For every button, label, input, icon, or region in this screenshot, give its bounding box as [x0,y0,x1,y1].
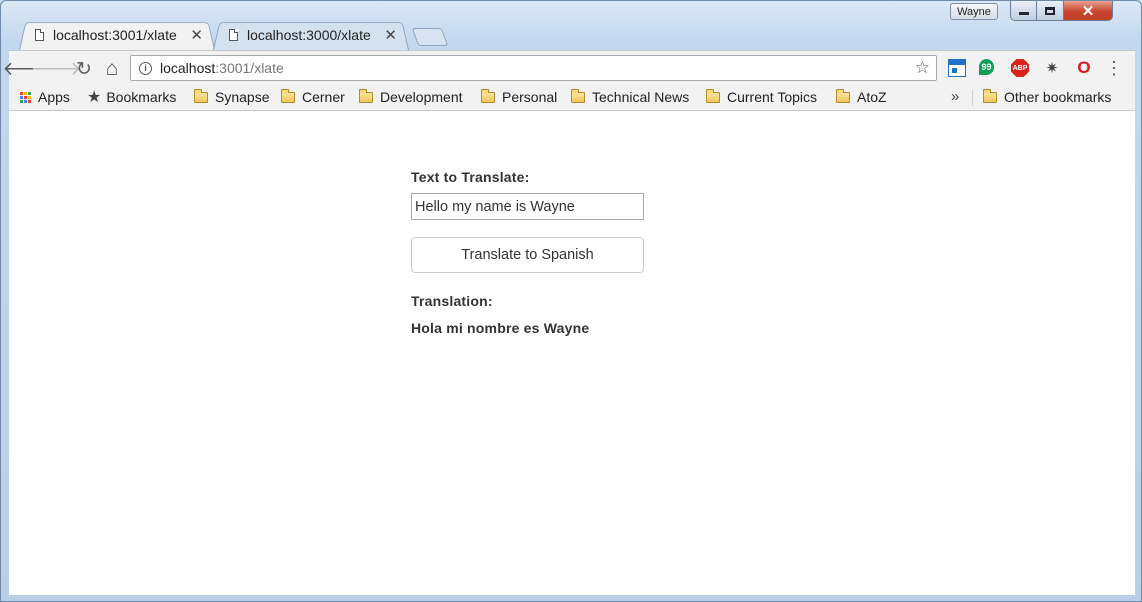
hangouts-icon[interactable]: 99 [979,59,994,75]
maximize-icon [1045,6,1055,15]
tab-content: localhost:3001/xlate ✕ [19,26,215,44]
bug-icon[interactable]: ✷ [1043,59,1061,77]
new-tab-button[interactable] [411,28,449,46]
tab-close-icon[interactable]: ✕ [190,26,203,44]
bookmark-bookmarks[interactable]: ★ Bookmarks [87,87,176,107]
bookmark-star-icon[interactable]: ☆ [915,58,930,78]
bookmark-label: Personal [502,89,558,105]
home-icon[interactable]: ⌂ [100,57,124,81]
minimize-icon [1018,12,1029,15]
url-path: :3001/xlate [215,60,284,76]
text-to-translate-label: Text to Translate: [411,169,530,185]
calendar-icon[interactable] [948,59,966,77]
close-window-button[interactable]: ✕ [1064,1,1113,21]
profile-button[interactable]: Wayne [950,3,998,20]
apps-grid-dot [20,91,23,95]
bookmark-label: Apps [38,89,70,105]
translate-button[interactable]: Translate to Spanish [411,237,644,273]
page-icon [35,29,44,41]
tab-close-icon[interactable]: ✕ [384,26,397,44]
bookmarks-bar: Apps ★ Bookmarks Synapse Cerner Developm… [9,85,1135,111]
adblock-plus-icon[interactable]: ABP [1011,59,1029,77]
folder-icon [706,88,720,103]
bookmark-folder-atoz[interactable]: AtoZ [836,87,887,107]
bookmark-folder-cerner[interactable]: Cerner [281,87,345,107]
bookmark-other-bookmarks[interactable]: Other bookmarks [983,87,1111,107]
browser-toolbar: 🡐 🡒 ↻ ⌂ i localhost:3001/xlate ☆ 99 ABP … [3,50,1135,86]
title-bar [31,1,671,11]
page-icon [229,29,238,41]
reload-icon[interactable]: ↻ [72,57,96,81]
chrome-menu-icon[interactable]: ⋮ [1105,57,1123,79]
folder-icon [836,88,850,103]
folder-icon [281,88,295,103]
browser-window: Wayne ✕ localhost:3001/xlate ✕ localhost… [0,0,1142,602]
tab-xlate-3000[interactable]: localhost:3000/xlate ✕ [213,20,409,50]
translation-output: Hola mi nombre es Wayne [411,320,590,336]
text-to-translate-input[interactable] [411,193,644,220]
bookmark-folder-personal[interactable]: Personal [481,87,557,107]
bookmark-label: Other bookmarks [1004,89,1112,105]
bookmark-folder-synapse[interactable]: Synapse [194,87,269,107]
apps-grid-icon [20,91,31,103]
bookmark-label: Technical News [592,89,690,105]
bookmark-folder-technical-news[interactable]: Technical News [571,87,689,107]
folder-icon [481,88,495,103]
tab-label: localhost:3000/xlate [247,27,371,43]
bookmark-label: AtoZ [857,89,887,105]
star-icon: ★ [87,89,102,106]
info-icon[interactable]: i [139,61,152,75]
bookmark-folder-development[interactable]: Development [359,87,463,107]
bookmark-apps[interactable]: Apps [20,87,70,107]
folder-icon [359,88,373,103]
apps-grid-dot [28,95,31,99]
tab-content: localhost:3000/xlate ✕ [213,26,409,44]
bookmark-folder-current-topics[interactable]: Current Topics [706,87,817,107]
page-viewport: Text to Translate: Translate to Spanish … [9,111,1135,595]
bookmark-label: Bookmarks [106,89,177,105]
opera-icon[interactable]: O [1075,58,1093,77]
address-bar[interactable]: i localhost:3001/xlate ☆ [130,55,937,81]
apps-grid-dot [24,91,27,95]
apps-grid-dot [28,99,31,103]
folder-icon [983,88,997,103]
bookmarks-divider [972,90,973,106]
apps-grid-dot [24,95,27,99]
minimize-button[interactable] [1010,1,1037,21]
bookmark-label: Development [380,89,463,105]
folder-icon [571,88,585,103]
apps-grid-dot [20,95,23,99]
apps-grid-dot [24,99,27,103]
bookmark-label: Current Topics [727,89,818,105]
bookmark-label: Cerner [302,89,345,105]
bookmark-label: Synapse [215,89,270,105]
tab-xlate-3001[interactable]: localhost:3001/xlate ✕ [19,20,215,50]
apps-grid-dot [20,99,23,103]
apps-grid-dot [28,91,31,95]
bookmarks-overflow-icon[interactable]: » [951,87,959,107]
translation-label: Translation: [411,293,493,309]
window-controls: ✕ [1010,1,1113,22]
forward-arrow-icon[interactable]: 🡒 [31,57,82,81]
tab-label: localhost:3001/xlate [53,27,177,43]
url-host: localhost [160,60,216,76]
folder-icon [194,88,208,103]
translate-form: Text to Translate: Translate to Spanish … [411,169,651,336]
maximize-button[interactable] [1037,1,1064,21]
